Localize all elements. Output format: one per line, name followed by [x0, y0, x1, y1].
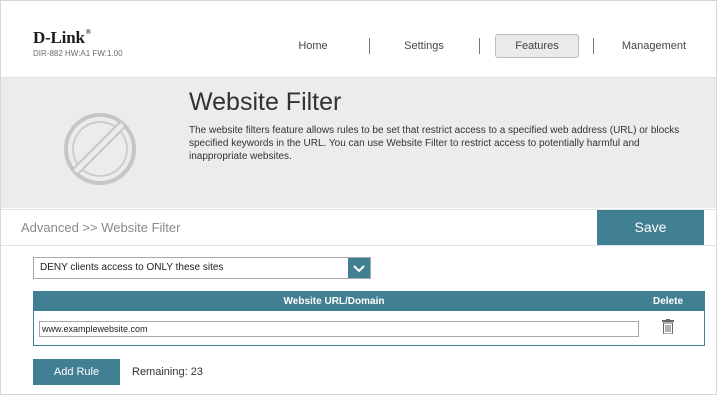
chevron-down-icon[interactable]	[348, 258, 370, 278]
breadcrumb-bar: Advanced >> Website Filter Save	[1, 209, 716, 246]
hero-section: Website Filter The website filters featu…	[1, 78, 716, 208]
page-description: The website filters feature allows rules…	[189, 125, 680, 162]
nav-management[interactable]: Management	[613, 34, 695, 58]
url-column-header: Website URL/Domain	[283, 296, 385, 307]
nav-features[interactable]: Features	[495, 34, 579, 58]
breadcrumb: Advanced >> Website Filter	[21, 220, 181, 235]
nav-home[interactable]: Home	[285, 34, 341, 58]
dlink-logo: D-Link®	[33, 28, 91, 47]
router-page: D-Link® DIR-882 HW:A1 FW:1.00 Home Setti…	[0, 0, 717, 395]
filter-mode-select[interactable]: DENY clients access to ONLY these sites	[33, 257, 371, 279]
prohibited-icon	[64, 113, 136, 185]
trash-icon[interactable]	[662, 319, 674, 334]
nav-settings[interactable]: Settings	[391, 34, 457, 58]
save-button[interactable]: Save	[597, 210, 704, 245]
model-info: DIR-882 HW:A1 FW:1.00	[33, 49, 123, 58]
nav-divider	[593, 38, 594, 54]
filter-mode-value: DENY clients access to ONLY these sites	[40, 262, 224, 273]
remaining-counter: Remaining: 23	[132, 366, 203, 378]
table-header: Website URL/Domain Delete	[34, 292, 704, 311]
logo-text: D-Link	[33, 28, 85, 47]
add-rule-button[interactable]: Add Rule	[33, 359, 120, 385]
nav-divider	[479, 38, 480, 54]
url-field[interactable]	[39, 321, 639, 337]
remaining-count: 23	[190, 366, 203, 378]
top-header: D-Link® DIR-882 HW:A1 FW:1.00 Home Setti…	[1, 1, 716, 78]
delete-column-header: Delete	[652, 296, 683, 307]
remaining-label: Remaining:	[132, 366, 188, 378]
url-table: Website URL/Domain Delete	[33, 291, 705, 346]
page-title: Website Filter	[189, 88, 342, 116]
nav-divider	[369, 38, 370, 54]
